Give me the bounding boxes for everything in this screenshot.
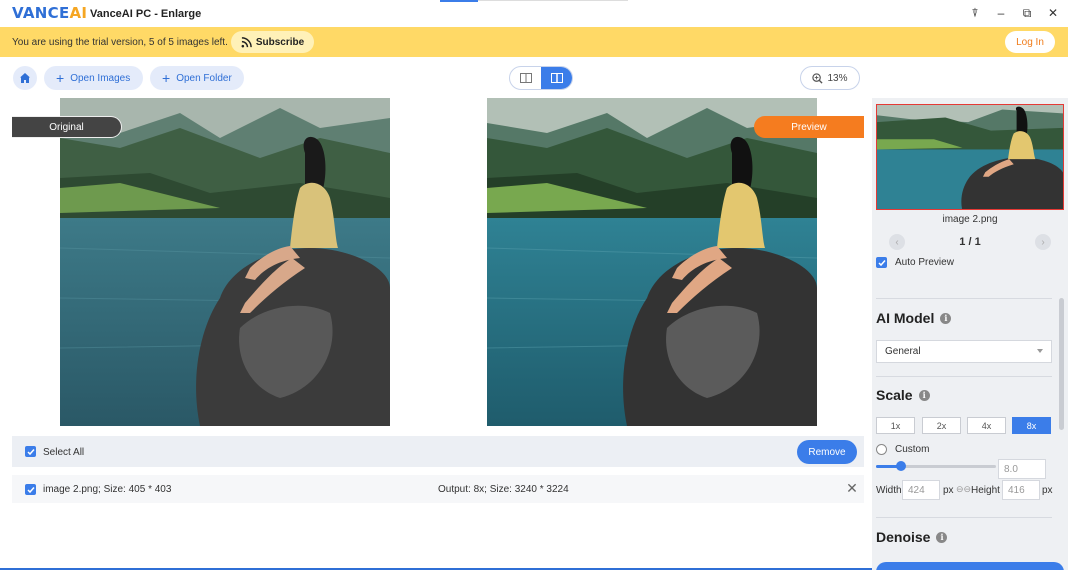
panel-scrollbar[interactable] xyxy=(1059,298,1064,430)
login-button[interactable]: Log In xyxy=(1005,31,1055,53)
original-image xyxy=(60,98,390,426)
view-mode-toggle xyxy=(509,66,573,90)
check-icon xyxy=(26,448,35,455)
custom-scale-radio[interactable] xyxy=(876,444,887,455)
open-folder-button[interactable]: + Open Folder xyxy=(150,66,244,90)
select-all-checkbox[interactable] xyxy=(25,446,36,457)
open-images-label: Open Images xyxy=(70,72,131,84)
height-unit: px xyxy=(1042,485,1053,496)
preview-image xyxy=(487,98,817,426)
height-label: Height xyxy=(971,485,1000,496)
auto-preview-checkbox[interactable] xyxy=(876,257,887,268)
ai-model-title: AI Model xyxy=(876,310,935,326)
zoom-value: 13% xyxy=(827,72,848,84)
file-list-header xyxy=(12,436,864,467)
panel-divider xyxy=(876,517,1052,518)
rss-icon xyxy=(241,36,252,47)
file-output: Output: 8x; Size: 3240 * 3224 xyxy=(438,484,569,495)
restore-button[interactable]: ⧉ xyxy=(1019,6,1035,21)
file-checkbox[interactable] xyxy=(25,484,36,495)
thumbnail-name: image 2.png xyxy=(942,214,998,225)
info-icon[interactable]: i xyxy=(918,389,930,401)
check-icon xyxy=(877,259,886,266)
single-view-icon xyxy=(519,73,532,83)
title-bar: VANCEAI VanceAI PC - Enlarge ⍒ – ⧉ ✕ xyxy=(0,0,1068,27)
zoom-icon xyxy=(812,72,824,84)
chevron-right-icon: › xyxy=(1041,236,1045,248)
split-view-button[interactable] xyxy=(541,67,572,89)
scale-heading: Scale i xyxy=(876,387,930,403)
panel-divider xyxy=(876,376,1052,377)
scale-slider-handle[interactable] xyxy=(896,461,906,471)
close-button[interactable]: ✕ xyxy=(1045,6,1061,20)
scale-8x-button[interactable]: 8x xyxy=(1012,417,1051,434)
preview-label: Preview xyxy=(754,116,864,138)
home-icon xyxy=(20,73,30,83)
plus-icon: + xyxy=(162,70,171,86)
chevron-down-icon xyxy=(1037,349,1043,353)
remove-button[interactable]: Remove xyxy=(797,440,857,464)
scale-1x-button[interactable]: 1x xyxy=(876,417,915,434)
pin-icon[interactable]: ⍒ xyxy=(967,6,983,21)
next-page-button[interactable]: › xyxy=(1035,234,1051,250)
subscribe-label: Subscribe xyxy=(255,36,305,48)
scale-2x-button[interactable]: 2x xyxy=(922,417,961,434)
home-button[interactable] xyxy=(13,66,37,90)
file-name: image 2.png; Size: 405 * 403 xyxy=(43,484,172,495)
single-view-button[interactable] xyxy=(510,67,541,89)
check-icon xyxy=(26,486,35,493)
panel-divider xyxy=(876,298,1052,299)
info-icon[interactable]: i xyxy=(940,312,952,324)
ai-model-value: General xyxy=(885,346,921,357)
chevron-left-icon: ‹ xyxy=(895,236,899,248)
link-icon[interactable]: ⊖⊖ xyxy=(956,484,971,495)
select-all-label: Select All xyxy=(43,447,85,458)
custom-scale-input[interactable] xyxy=(998,459,1046,479)
auto-preview-label: Auto Preview xyxy=(895,257,954,268)
original-label: Original xyxy=(12,116,122,138)
scale-4x-button[interactable]: 4x xyxy=(967,417,1006,434)
title-divider-line xyxy=(478,0,628,1)
start-process-button[interactable] xyxy=(876,562,1064,570)
prev-page-button[interactable]: ‹ xyxy=(889,234,905,250)
width-input[interactable] xyxy=(902,480,940,500)
zoom-control[interactable]: 13% xyxy=(800,66,860,90)
thumbnail[interactable] xyxy=(876,104,1064,210)
page-indicator: 1 / 1 xyxy=(959,236,981,248)
height-input[interactable] xyxy=(1002,480,1040,500)
split-view-icon xyxy=(550,73,563,83)
scale-title: Scale xyxy=(876,387,913,403)
title-accent-line xyxy=(440,0,478,2)
remove-file-icon[interactable]: ✕ xyxy=(845,480,859,496)
minimize-button[interactable]: – xyxy=(993,6,1009,20)
custom-scale-label: Custom xyxy=(895,444,930,455)
open-images-button[interactable]: + Open Images xyxy=(44,66,143,90)
open-folder-label: Open Folder xyxy=(176,72,232,84)
app-logo: VANCEAI xyxy=(12,4,88,22)
denoise-title: Denoise xyxy=(876,529,931,545)
info-icon[interactable]: i xyxy=(936,531,948,543)
subscribe-button[interactable]: Subscribe xyxy=(231,31,314,53)
plus-icon: + xyxy=(56,70,65,86)
trial-banner: You are using the trial version, 5 of 5 … xyxy=(0,27,1068,57)
window-title: VanceAI PC - Enlarge xyxy=(90,8,202,20)
trial-text: You are using the trial version, 5 of 5 … xyxy=(12,37,228,48)
denoise-heading: Denoise i xyxy=(876,529,948,545)
width-label: Width xyxy=(876,485,902,496)
ai-model-select[interactable]: General xyxy=(876,340,1052,363)
ai-model-heading: AI Model i xyxy=(876,310,952,326)
width-unit: px xyxy=(943,485,954,496)
